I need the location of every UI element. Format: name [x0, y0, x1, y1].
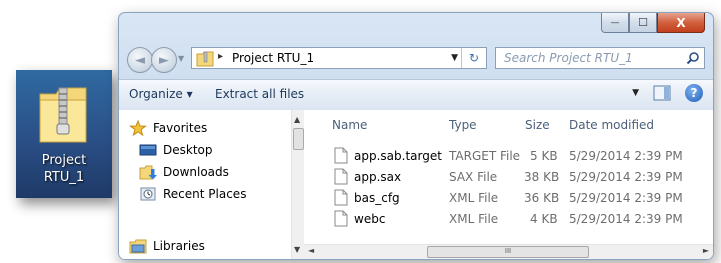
scroll-right-icon[interactable]: ►	[703, 246, 709, 255]
desktop-icon-project-rtu[interactable]: Project RTU_1	[16, 70, 112, 198]
breadcrumb-separator[interactable]: ▸	[218, 51, 223, 62]
column-header-date-modified[interactable]: Date modified	[569, 118, 654, 132]
desktop-icon-label-line2: RTU_1	[43, 170, 85, 185]
zip-folder-icon	[196, 51, 214, 67]
command-bar: Organize ▾ Extract all files ▼ ?	[119, 79, 713, 111]
column-header-name[interactable]: Name	[332, 118, 367, 132]
back-button[interactable]: ◄	[127, 47, 153, 73]
table-row[interactable]: bas_cfg XML File 36 KB 5/29/2014 2:39 PM	[304, 188, 713, 208]
file-list: Name Type Size Date modified app.sab.tar…	[304, 110, 713, 259]
recent-places-icon	[140, 187, 156, 201]
breadcrumb-project[interactable]: Project RTU_1	[232, 51, 314, 65]
extract-all-files-button[interactable]: Extract all files	[215, 87, 304, 101]
search-input[interactable]: Search Project RTU_1	[504, 51, 633, 65]
nav-item-label: Downloads	[163, 165, 229, 179]
file-name: app.sax	[354, 170, 402, 184]
refresh-icon: ↻	[468, 51, 480, 65]
maximize-icon: ☐	[638, 16, 648, 29]
scroll-thumb[interactable]	[293, 128, 304, 150]
nav-item-desktop[interactable]: Desktop	[139, 142, 213, 158]
view-controls: ▼ ?	[632, 84, 703, 102]
search-box[interactable]: Search Project RTU_1	[495, 47, 705, 69]
nav-item-label: Libraries	[153, 239, 205, 253]
table-row[interactable]: app.sab.target TARGET File 5 KB 5/29/201…	[304, 146, 713, 166]
libraries-icon	[129, 239, 147, 254]
file-size: 4 KB	[530, 212, 558, 226]
nav-item-downloads[interactable]: Downloads	[139, 164, 229, 180]
desktop-icon-label: Project RTU_1	[16, 152, 112, 186]
minimize-button[interactable]: —	[601, 13, 629, 33]
desktop-icon	[139, 144, 157, 156]
file-type: SAX File	[449, 170, 498, 184]
scroll-left-icon[interactable]: ◄	[308, 246, 314, 255]
search-icon[interactable]	[686, 51, 700, 65]
nav-item-label: Favorites	[153, 121, 208, 135]
help-icon: ?	[690, 86, 698, 100]
nav-item-label: Desktop	[163, 143, 213, 157]
desktop-icon-label-line1: Project	[41, 153, 87, 168]
table-row[interactable]: webc XML File 4 KB 5/29/2014 2:39 PM	[304, 209, 713, 229]
nav-item-favorites[interactable]: Favorites	[129, 120, 207, 136]
zip-folder-icon	[39, 87, 87, 143]
file-type: TARGET File	[449, 149, 521, 163]
table-row[interactable]: app.sax SAX File 38 KB 5/29/2014 2:39 PM	[304, 167, 713, 187]
address-bar[interactable]: ▸ Project RTU_1 ▼ ↻	[191, 47, 487, 69]
navigation-bar: ◄ ► ▼ ▸ Project RTU_1 ▼ ↻ Search Project…	[127, 45, 705, 73]
file-icon	[334, 168, 348, 185]
forward-arrow-icon: ►	[159, 52, 169, 68]
file-icon	[334, 189, 348, 206]
navigation-pane: Favorites Desktop Downloads Recent Place…	[119, 110, 304, 259]
file-icon	[334, 147, 348, 164]
downloads-icon	[139, 165, 157, 180]
navpane-scrollbar[interactable]: ▲ ▼	[291, 110, 304, 259]
column-header-type[interactable]: Type	[449, 118, 477, 132]
file-date: 5/29/2014 2:39 PM	[569, 149, 683, 163]
file-size: 36 KB	[524, 191, 560, 205]
file-size: 5 KB	[530, 149, 558, 163]
maximize-button[interactable]: ☐	[629, 13, 657, 33]
scroll-grip-icon: III	[504, 247, 512, 255]
column-header-size[interactable]: Size	[525, 118, 550, 132]
close-button[interactable]: X	[657, 13, 705, 33]
address-dropdown[interactable]: ▼	[451, 53, 458, 63]
star-icon	[129, 120, 147, 136]
preview-pane-icon[interactable]	[653, 85, 671, 101]
back-arrow-icon: ◄	[135, 52, 145, 68]
file-date: 5/29/2014 2:39 PM	[569, 212, 683, 226]
close-icon: X	[676, 15, 686, 30]
change-view-dropdown[interactable]: ▼	[632, 88, 639, 98]
file-name: app.sab.target	[354, 149, 442, 163]
organize-button[interactable]: Organize ▾	[129, 87, 193, 101]
minimize-icon: —	[610, 17, 620, 28]
file-type: XML File	[449, 191, 499, 205]
file-name: bas_cfg	[354, 191, 400, 205]
horizontal-scrollbar[interactable]: ◄ III ►	[304, 244, 713, 259]
recent-pages-dropdown[interactable]: ▼	[178, 54, 184, 63]
horizontal-scroll-thumb[interactable]: III	[427, 246, 589, 258]
file-name: webc	[354, 212, 386, 226]
file-type: XML File	[449, 212, 499, 226]
file-date: 5/29/2014 2:39 PM	[569, 170, 683, 184]
refresh-button[interactable]: ↻	[461, 48, 486, 68]
forward-button[interactable]: ►	[151, 47, 177, 73]
nav-item-recent-places[interactable]: Recent Places	[139, 186, 246, 202]
explorer-window: — ☐ X ◄ ► ▼ ▸ Project RTU_1 ▼ ↻ Search P…	[118, 12, 714, 260]
nav-item-libraries[interactable]: Libraries	[129, 238, 205, 254]
scroll-down-icon[interactable]: ▼	[294, 245, 300, 254]
caption-buttons: — ☐ X	[601, 13, 705, 35]
file-date: 5/29/2014 2:39 PM	[569, 191, 683, 205]
scroll-up-icon[interactable]: ▲	[294, 115, 300, 124]
content-area: Favorites Desktop Downloads Recent Place…	[119, 110, 713, 259]
help-button[interactable]: ?	[685, 84, 703, 102]
file-size: 38 KB	[524, 170, 560, 184]
nav-item-label: Recent Places	[163, 187, 247, 201]
file-icon	[334, 210, 348, 227]
